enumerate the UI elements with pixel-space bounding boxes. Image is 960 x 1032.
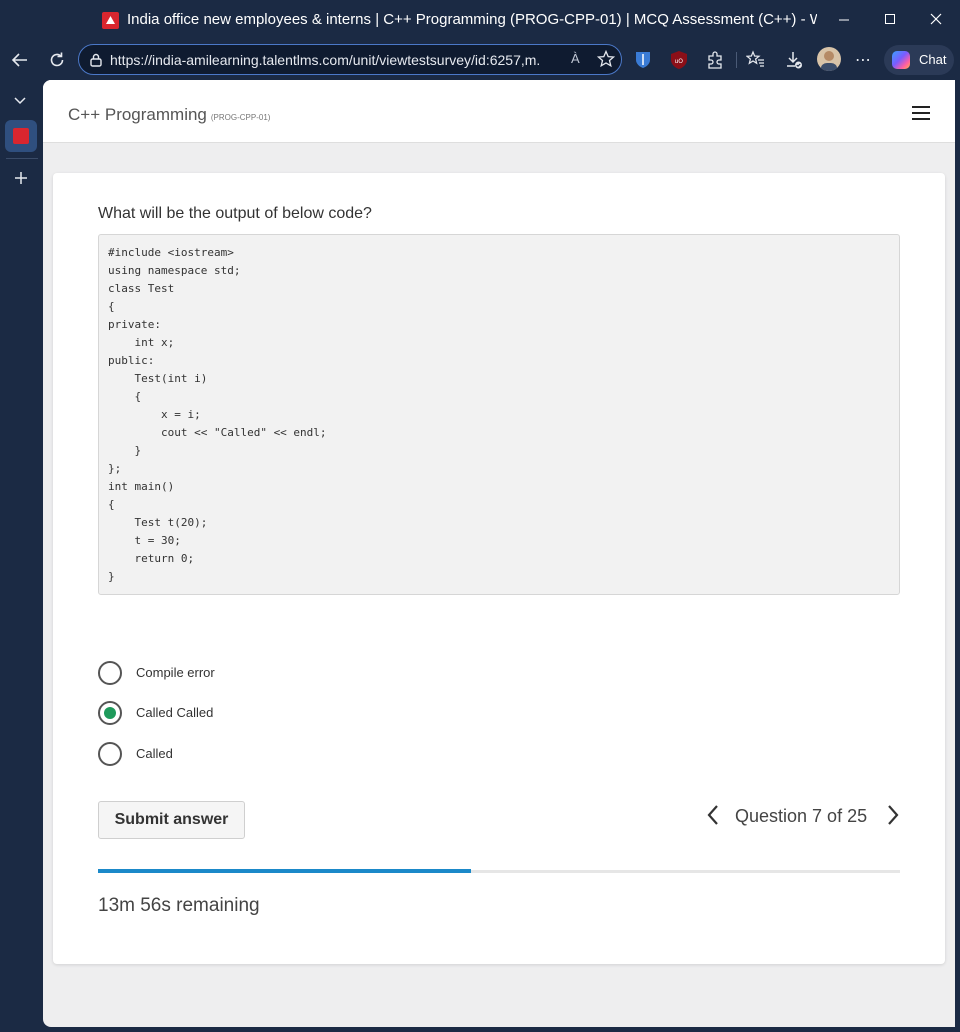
address-bar[interactable]: https://india-amilearning.talentlms.com/… xyxy=(78,44,622,75)
chevron-down-icon[interactable] xyxy=(12,92,28,108)
submit-answer-button[interactable]: Submit answer xyxy=(98,801,245,839)
option-label[interactable]: Called xyxy=(136,746,173,761)
course-header: C++ Programming (PROG-CPP-01) xyxy=(43,80,955,143)
read-aloud-icon[interactable]: À xyxy=(571,51,580,66)
close-window-button[interactable] xyxy=(923,8,949,32)
course-title: C++ Programming (PROG-CPP-01) xyxy=(68,105,270,125)
sidebar-divider xyxy=(6,158,38,159)
question-card: What will be the output of below code? #… xyxy=(53,173,945,964)
favorites-list-icon[interactable] xyxy=(745,50,766,70)
code-snippet: #include <iostream> using namespace std;… xyxy=(108,246,327,583)
option-compile-error[interactable]: Compile error xyxy=(98,661,398,687)
progress-fill xyxy=(98,869,471,873)
window-title-bar: India office new employees & interns | C… xyxy=(0,0,960,40)
radio-button[interactable] xyxy=(98,701,122,725)
window-title: India office new employees & interns | C… xyxy=(127,11,817,28)
chevron-left-icon[interactable] xyxy=(705,803,721,827)
browser-toolbar: https://india-amilearning.talentlms.com/… xyxy=(0,40,960,80)
option-called[interactable]: Called xyxy=(98,742,398,768)
favorite-star-icon[interactable] xyxy=(597,50,615,68)
radio-button[interactable] xyxy=(98,742,122,766)
maximize-button[interactable] xyxy=(877,8,903,32)
progress-bar xyxy=(98,869,900,873)
lock-icon[interactable] xyxy=(88,52,104,68)
vertical-tabs-sidebar xyxy=(0,80,43,1032)
chat-label: Chat xyxy=(919,52,947,67)
tab-favicon-icon xyxy=(13,128,29,144)
new-tab-plus-icon[interactable] xyxy=(13,170,29,186)
chevron-right-icon[interactable] xyxy=(885,803,901,827)
option-label[interactable]: Called Called xyxy=(136,705,213,720)
hamburger-menu-icon[interactable] xyxy=(912,106,930,120)
radio-button[interactable] xyxy=(98,661,122,685)
question-counter: Question 7 of 25 xyxy=(735,806,868,826)
code-block: #include <iostream> using namespace std;… xyxy=(98,234,900,595)
course-title-text: C++ Programming xyxy=(68,105,207,124)
more-options-icon[interactable]: ⋯ xyxy=(855,50,875,70)
time-remaining: 13m 56s remaining xyxy=(98,895,260,916)
copilot-chat-button[interactable]: Chat xyxy=(884,45,954,75)
page-viewport: C++ Programming (PROG-CPP-01) What will b… xyxy=(43,80,955,1027)
site-favicon-icon xyxy=(102,12,119,29)
minimize-button[interactable] xyxy=(831,8,857,32)
refresh-icon[interactable] xyxy=(45,48,69,72)
option-called-called[interactable]: Called Called xyxy=(98,701,398,727)
option-label[interactable]: Compile error xyxy=(136,665,215,680)
bitwarden-shield-icon[interactable] xyxy=(633,50,653,70)
toolbar-divider xyxy=(736,52,737,68)
extensions-puzzle-icon[interactable] xyxy=(705,50,725,70)
url-text[interactable]: https://india-amilearning.talentlms.com/… xyxy=(110,52,540,68)
downloads-icon[interactable] xyxy=(784,50,804,70)
svg-text:uO: uO xyxy=(675,58,684,65)
course-code: (PROG-CPP-01) xyxy=(210,113,271,122)
question-navigation: Question 7 of 25 xyxy=(705,801,905,831)
question-text: What will be the output of below code? xyxy=(98,205,372,222)
ublock-icon[interactable]: uO xyxy=(669,50,689,70)
copilot-icon xyxy=(892,51,910,69)
back-arrow-icon[interactable] xyxy=(8,48,32,72)
profile-avatar[interactable] xyxy=(817,47,841,71)
sidebar-tab-active[interactable] xyxy=(5,120,37,152)
